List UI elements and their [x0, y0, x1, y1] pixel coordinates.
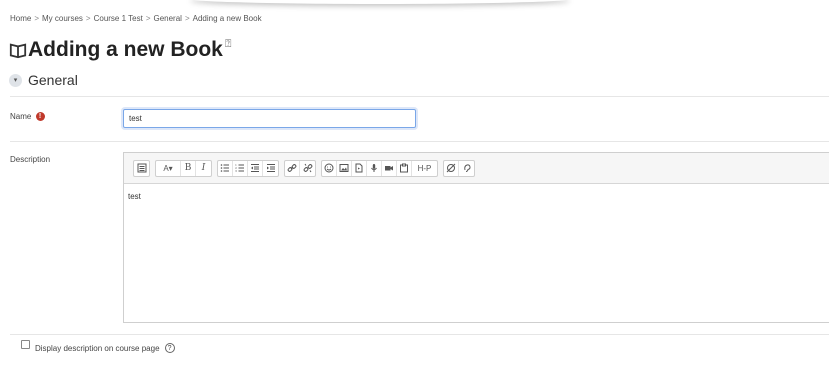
manage-files-icon[interactable] [397, 160, 412, 176]
microphone-icon[interactable] [367, 160, 382, 176]
outdent-icon[interactable] [248, 160, 263, 176]
video-camera-icon[interactable] [382, 160, 397, 176]
accessibility-checker-icon[interactable] [444, 160, 459, 176]
collapse-chevron-icon[interactable]: ▾ [9, 73, 22, 87]
display-description-row: Display description on course page ? [21, 339, 175, 353]
divider [10, 96, 829, 97]
breadcrumb-course[interactable]: Course 1 Test [94, 14, 143, 23]
required-icon: ! [35, 112, 45, 122]
breadcrumb-separator: > [145, 14, 151, 23]
editor-content-area[interactable]: test [124, 184, 829, 209]
toolbar-group-links [284, 159, 316, 177]
bold-button[interactable]: B [181, 160, 196, 176]
breadcrumb-separator: > [184, 14, 190, 23]
breadcrumb: Home > My courses > Course 1 Test > General > Ad… [10, 14, 262, 23]
image-icon[interactable] [337, 160, 352, 176]
indent-icon[interactable] [263, 161, 278, 176]
unlink-icon[interactable] [300, 161, 315, 176]
name-label-text: Name [10, 112, 32, 121]
breadcrumb-my-courses[interactable]: My courses [42, 14, 83, 23]
toolbar-group-lists: 123 [217, 159, 279, 177]
emoticon-icon[interactable] [322, 160, 337, 176]
screenreader-helper-icon[interactable] [459, 161, 474, 176]
h5p-button[interactable]: H-P [412, 161, 437, 176]
font-size-button[interactable]: A▾ [156, 160, 181, 176]
page-title: Adding a new Book [28, 38, 223, 61]
name-input[interactable] [123, 109, 416, 128]
toolbar-group-accessibility [443, 159, 475, 177]
breadcrumb-current: Adding a new Book [192, 14, 262, 23]
show-more-buttons-icon[interactable] [134, 161, 149, 176]
toolbar-group-media: H-P [321, 159, 438, 177]
page-header: Adding a new Book ⍰ [9, 38, 232, 61]
breadcrumb-separator: > [85, 14, 91, 23]
description-editor: A▾ B I 123 H-P test [123, 152, 829, 323]
section-general: ▾ General [9, 72, 78, 88]
divider [10, 334, 829, 335]
unordered-list-icon[interactable] [218, 160, 233, 176]
editor-toolbar: A▾ B I 123 H-P [124, 153, 829, 184]
display-description-label[interactable]: Display description on course page [35, 344, 160, 353]
section-title[interactable]: General [28, 72, 78, 88]
media-icon[interactable] [352, 160, 367, 176]
link-icon[interactable] [285, 160, 300, 176]
toolbar-group-collapse [133, 159, 150, 177]
top-shadow [190, 0, 570, 4]
ordered-list-icon[interactable]: 123 [233, 160, 248, 176]
breadcrumb-separator: > [34, 14, 40, 23]
name-label: Name ! [10, 112, 45, 122]
help-icon[interactable]: ? [164, 343, 175, 353]
breadcrumb-section[interactable]: General [153, 14, 181, 23]
help-icon[interactable]: ⍰ [225, 38, 232, 51]
divider [10, 141, 829, 142]
display-description-checkbox[interactable] [21, 339, 30, 349]
description-label: Description [10, 155, 51, 164]
breadcrumb-home[interactable]: Home [10, 14, 31, 23]
italic-button[interactable]: I [196, 161, 211, 176]
toolbar-group-format: A▾ B I [155, 159, 212, 177]
svg-text:3: 3 [235, 169, 237, 173]
book-icon [9, 43, 27, 59]
